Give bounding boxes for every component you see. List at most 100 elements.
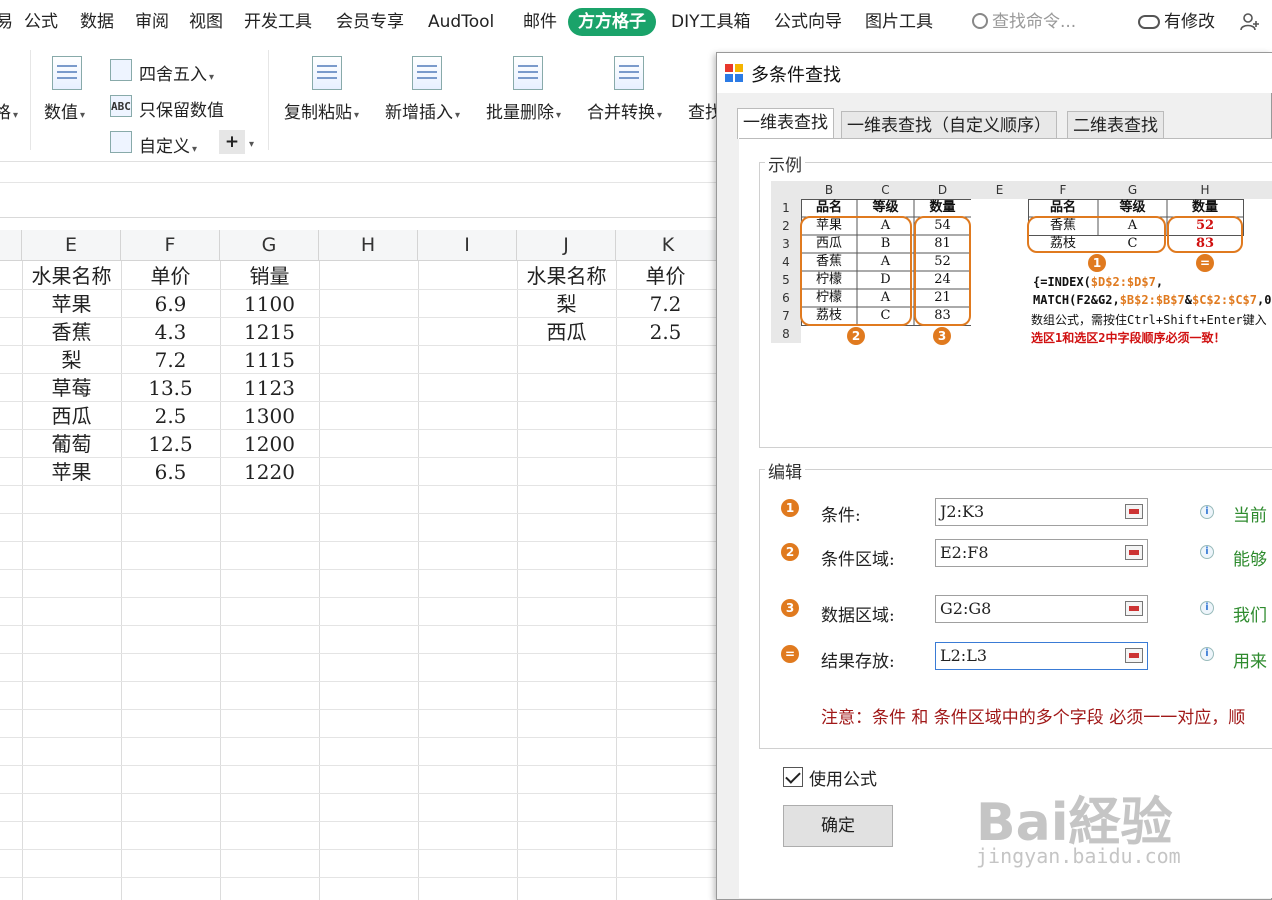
menu-item-formulas[interactable]: 公式 bbox=[24, 8, 58, 36]
condition-input[interactable]: J2:K3 bbox=[935, 498, 1148, 526]
table1-cell[interactable]: 6.9 bbox=[121, 290, 220, 318]
menu-item-developer[interactable]: 开发工具 bbox=[244, 8, 312, 36]
table1-header-price[interactable]: 单价 bbox=[121, 262, 220, 290]
table1-cell[interactable]: 苹果 bbox=[22, 290, 121, 318]
range-picker-icon[interactable] bbox=[1125, 648, 1143, 663]
ok-button[interactable]: 确定 bbox=[783, 805, 893, 847]
result-store-input[interactable]: L2:L3 bbox=[935, 642, 1148, 670]
table1-cell[interactable]: 1215 bbox=[220, 318, 319, 346]
table1-cell[interactable]: 1200 bbox=[220, 430, 319, 458]
condition-value: J2:K3 bbox=[940, 502, 985, 521]
merge-convert-button[interactable]: 合并转换 ▾ bbox=[587, 98, 662, 123]
plus-button[interactable]: + bbox=[219, 130, 245, 154]
column-header-i[interactable]: I bbox=[418, 230, 517, 261]
dialog-title: 多条件查找 bbox=[751, 65, 841, 86]
menu-item-diy-toolbox[interactable]: DIY工具箱 bbox=[671, 8, 751, 36]
info-icon[interactable]: i bbox=[1200, 601, 1214, 615]
app-icon bbox=[725, 64, 743, 82]
use-formula-label[interactable]: 使用公式 bbox=[809, 765, 877, 790]
table1-cell[interactable]: 13.5 bbox=[121, 374, 220, 402]
info-icon[interactable]: i bbox=[1200, 647, 1214, 661]
table1-cell[interactable]: 1115 bbox=[220, 346, 319, 374]
table2-header-price[interactable]: 单价 bbox=[616, 262, 715, 290]
table1-header-sales[interactable]: 销量 bbox=[220, 262, 319, 290]
copy-paste-button[interactable]: 复制粘贴 ▾ bbox=[284, 98, 359, 123]
plus-dropdown-caret[interactable]: ▾ bbox=[247, 132, 254, 152]
value-button[interactable]: 数值 ▾ bbox=[44, 98, 85, 123]
table1-cell[interactable]: 葡萄 bbox=[22, 430, 121, 458]
table2-cell[interactable]: 2.5 bbox=[616, 318, 715, 346]
condition-range-input[interactable]: E2:F8 bbox=[935, 539, 1148, 567]
table2-cell[interactable]: 西瓜 bbox=[517, 318, 616, 346]
tab-one-dim-custom-order[interactable]: 一维表查找（自定义顺序） bbox=[841, 111, 1057, 139]
step-badge-3: 3 bbox=[781, 599, 799, 617]
column-header-partial[interactable] bbox=[0, 230, 22, 261]
example-row-number: 6 bbox=[771, 289, 801, 307]
menu-item-partial[interactable]: 易 bbox=[0, 8, 13, 36]
table1-cell[interactable]: 1300 bbox=[220, 402, 319, 430]
round-button[interactable]: 四舍五入 ▾ bbox=[139, 60, 214, 85]
column-header-f[interactable]: F bbox=[121, 230, 220, 261]
menu-item-member[interactable]: 会员专享 bbox=[336, 8, 404, 36]
dialog-titlebar[interactable]: 多条件查找 bbox=[717, 53, 1272, 93]
column-header-e[interactable]: E bbox=[22, 230, 121, 261]
spreadsheet[interactable]: E F G H I J K 水果名称 单价 销量 苹果 6.9 1100 香蕉 … bbox=[0, 230, 720, 900]
menu-item-data[interactable]: 数据 bbox=[80, 8, 114, 36]
tab-one-dim-lookup[interactable]: 一维表查找 bbox=[737, 108, 834, 139]
column-header-g[interactable]: G bbox=[220, 230, 319, 261]
table1-cell[interactable]: 香蕉 bbox=[22, 318, 121, 346]
table1-cell[interactable]: 1123 bbox=[220, 374, 319, 402]
grid-line bbox=[0, 793, 720, 794]
tab-two-dim-lookup[interactable]: 二维表查找 bbox=[1067, 111, 1164, 139]
table1-cell[interactable]: 1100 bbox=[220, 290, 319, 318]
example-right-header: 等级 bbox=[1119, 200, 1146, 215]
grid-line bbox=[0, 765, 720, 766]
menu-item-mail[interactable]: 邮件 bbox=[523, 8, 557, 36]
formula-note: 数组公式，需按住Ctrl+Shift+Enter键入 bbox=[1031, 313, 1267, 327]
table1-cell[interactable]: 12.5 bbox=[121, 430, 220, 458]
info-icon[interactable]: i bbox=[1200, 505, 1214, 519]
range-picker-icon[interactable] bbox=[1125, 504, 1143, 519]
modified-status[interactable]: 有修改 bbox=[1138, 8, 1215, 36]
insert-button[interactable]: 新增插入 ▾ bbox=[385, 98, 460, 123]
column-header-k[interactable]: K bbox=[616, 230, 720, 261]
column-header-j[interactable]: J bbox=[517, 230, 616, 261]
table2-header-name[interactable]: 水果名称 bbox=[517, 262, 616, 290]
menu-item-fangfanggezi[interactable]: 方方格子 bbox=[568, 8, 656, 36]
column-header-h[interactable]: H bbox=[319, 230, 418, 261]
table1-cell[interactable]: 梨 bbox=[22, 346, 121, 374]
table1-cell[interactable]: 6.5 bbox=[121, 458, 220, 486]
menu-item-view[interactable]: 视图 bbox=[189, 8, 223, 36]
ribbon-partial-button[interactable]: 格 ▾ bbox=[0, 98, 18, 123]
table1-cell[interactable]: 7.2 bbox=[121, 346, 220, 374]
add-user-icon[interactable] bbox=[1240, 12, 1260, 32]
badge-2: 2 bbox=[847, 327, 865, 345]
menu-item-audtool[interactable]: AudTool bbox=[428, 8, 494, 36]
use-formula-checkbox[interactable] bbox=[783, 767, 803, 787]
info-icon[interactable]: i bbox=[1200, 545, 1214, 559]
menu-item-picture-tools[interactable]: 图片工具 bbox=[865, 8, 933, 36]
range-picker-icon[interactable] bbox=[1125, 601, 1143, 616]
step-badge-1: 1 bbox=[781, 499, 799, 517]
example-col-letter: G bbox=[1098, 181, 1167, 199]
example-left-header: 品名 bbox=[815, 200, 842, 215]
batch-delete-button[interactable]: 批量删除 ▾ bbox=[486, 98, 561, 123]
table1-cell[interactable]: 1220 bbox=[220, 458, 319, 486]
custom-button[interactable]: 自定义 ▾ bbox=[139, 132, 197, 157]
table1-cell[interactable]: 2.5 bbox=[121, 402, 220, 430]
example-group-title: 示例 bbox=[765, 151, 805, 176]
menu-item-review[interactable]: 审阅 bbox=[135, 8, 169, 36]
table2-cell[interactable]: 梨 bbox=[517, 290, 616, 318]
range-picker-icon[interactable] bbox=[1125, 545, 1143, 560]
table1-header-name[interactable]: 水果名称 bbox=[22, 262, 121, 290]
command-search[interactable]: 查找命令... bbox=[972, 8, 1076, 36]
table2-cell[interactable]: 7.2 bbox=[616, 290, 715, 318]
table1-cell[interactable]: 西瓜 bbox=[22, 402, 121, 430]
table1-cell[interactable]: 4.3 bbox=[121, 318, 220, 346]
menu-item-formula-wizard[interactable]: 公式向导 bbox=[774, 8, 842, 36]
data-range-input[interactable]: G2:G8 bbox=[935, 595, 1148, 623]
keep-values-button[interactable]: 只保留数值 bbox=[139, 96, 224, 121]
table1-cell[interactable]: 苹果 bbox=[22, 458, 121, 486]
table1-cell[interactable]: 草莓 bbox=[22, 374, 121, 402]
column-headers: E F G H I J K bbox=[0, 230, 720, 261]
